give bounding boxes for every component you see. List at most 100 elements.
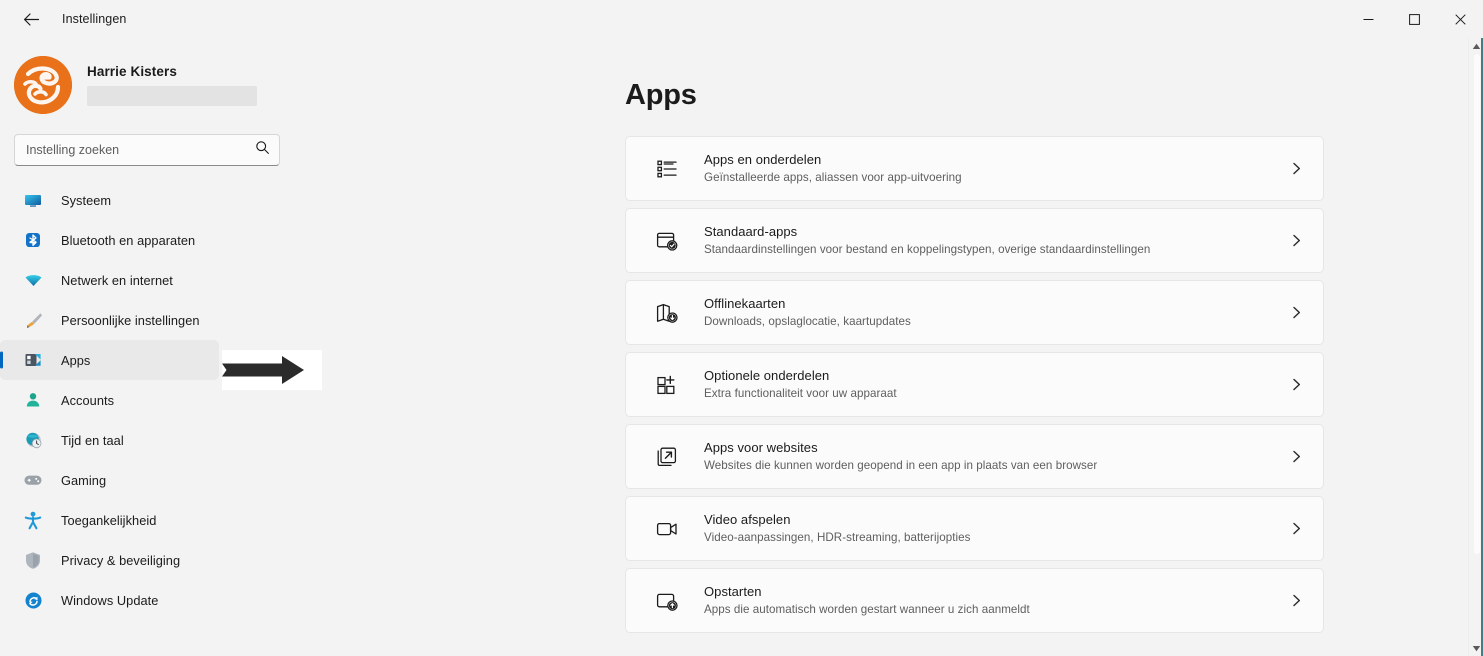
sidebar-item-systeem[interactable]: Systeem — [0, 180, 219, 220]
apps-icon — [22, 349, 44, 371]
card-apps-en-onderdelen[interactable]: Apps en onderdelen Geïnstalleerde apps, … — [625, 136, 1324, 201]
search-icon — [255, 140, 270, 160]
card-title: Apps voor websites — [704, 440, 818, 456]
settings-window: Instellingen Harrie Kisters Instelling z… — [0, 0, 1483, 656]
card-subtitle: Apps die automatisch worden gestart wann… — [704, 602, 1030, 616]
chevron-right-icon[interactable] — [1284, 450, 1308, 463]
search-box[interactable] — [14, 134, 280, 166]
gamepad-icon — [22, 469, 44, 491]
card-text: Optionele onderdelen Extra functionalite… — [704, 367, 1284, 401]
person-icon — [22, 389, 44, 411]
scrollbar-thumb[interactable] — [1473, 54, 1480, 554]
sidebar-item-persoonlijke-instellingen[interactable]: Persoonlijke instellingen — [0, 300, 219, 340]
sidebar-item-label: Persoonlijke instellingen — [61, 312, 200, 328]
card-title: Opstarten — [704, 584, 762, 600]
sidebar-item-bluetooth[interactable]: Bluetooth en apparaten — [0, 220, 219, 260]
minimize-button[interactable] — [1345, 0, 1391, 38]
clock-globe-icon — [22, 429, 44, 451]
shield-icon — [22, 549, 44, 571]
profile-name: Harrie Kisters — [87, 64, 177, 79]
card-text: Apps voor websites Websites die kunnen w… — [704, 439, 1284, 473]
app-list-icon — [652, 154, 682, 184]
sidebar-item-label: Tijd en taal — [61, 432, 124, 448]
scroll-down-arrow-icon[interactable] — [1472, 640, 1481, 656]
sidebar-nav: Systeem Bluetooth en apparaten Netwerk e… — [0, 180, 305, 620]
card-text: Video afspelen Video-aanpassingen, HDR-s… — [704, 511, 1284, 545]
window-title: Instellingen — [62, 12, 127, 26]
card-text: Apps en onderdelen Geïnstalleerde apps, … — [704, 151, 1284, 185]
profile-section[interactable]: Harrie Kisters — [0, 46, 305, 118]
sidebar-item-label: Gaming — [61, 472, 107, 488]
accessibility-icon — [22, 509, 44, 531]
card-subtitle: Video-aanpassingen, HDR-streaming, batte… — [704, 530, 971, 544]
sidebar-item-label: Netwerk en internet — [61, 272, 173, 288]
chevron-right-icon[interactable] — [1284, 306, 1308, 319]
sidebar-item-label: Systeem — [61, 192, 112, 208]
optional-features-icon — [652, 370, 682, 400]
search-input[interactable] — [15, 143, 279, 157]
profile-meta: Harrie Kisters — [87, 64, 257, 106]
card-apps-voor-websites[interactable]: Apps voor websites Websites die kunnen w… — [625, 424, 1324, 489]
card-text: Standaard-apps Standaardinstellingen voo… — [704, 223, 1284, 257]
sidebar-item-label: Windows Update — [61, 592, 159, 608]
card-standaard-apps[interactable]: Standaard-apps Standaardinstellingen voo… — [625, 208, 1324, 273]
chevron-right-icon[interactable] — [1284, 594, 1308, 607]
card-offlinekaarten[interactable]: Offlinekaarten Downloads, opslaglocatie,… — [625, 280, 1324, 345]
sidebar-item-label: Accounts — [61, 392, 115, 408]
close-icon — [1454, 13, 1466, 25]
sidebar-item-apps[interactable]: Apps — [0, 340, 219, 380]
page-title: Apps — [625, 79, 697, 111]
minimize-icon — [1363, 18, 1373, 20]
maximize-icon — [1408, 13, 1420, 25]
wifi-icon — [22, 269, 44, 291]
card-text: Opstarten Apps die automatisch worden ge… — [704, 583, 1284, 617]
card-subtitle: Downloads, opslaglocatie, kaartupdates — [704, 314, 911, 328]
offline-maps-icon — [652, 298, 682, 328]
card-text: Offlinekaarten Downloads, opslaglocatie,… — [704, 295, 1284, 329]
card-subtitle: Standaardinstellingen voor bestand en ko… — [704, 242, 1151, 256]
apps-for-websites-icon — [652, 442, 682, 472]
sidebar-item-netwerk[interactable]: Netwerk en internet — [0, 260, 219, 300]
card-title: Video afspelen — [704, 512, 791, 528]
vertical-scrollbar[interactable] — [1468, 38, 1483, 656]
sidebar-item-tijd-en-taal[interactable]: Tijd en taal — [0, 420, 219, 460]
card-opstarten[interactable]: Opstarten Apps die automatisch worden ge… — [625, 568, 1324, 633]
avatar — [14, 56, 72, 114]
card-title: Standaard-apps — [704, 224, 798, 240]
paintbrush-icon — [22, 309, 44, 331]
title-bar: Instellingen — [0, 0, 1483, 38]
card-subtitle: Extra functionaliteit voor uw apparaat — [704, 386, 897, 400]
card-title: Optionele onderdelen — [704, 368, 830, 384]
card-subtitle: Geïnstalleerde apps, aliassen voor app-u… — [704, 170, 962, 184]
profile-email-redacted — [87, 86, 257, 106]
default-apps-icon — [652, 226, 682, 256]
sidebar-item-accounts[interactable]: Accounts — [0, 380, 219, 420]
chevron-right-icon[interactable] — [1284, 162, 1308, 175]
update-icon — [22, 589, 44, 611]
sidebar-item-privacy[interactable]: Privacy & beveiliging — [0, 540, 219, 580]
bluetooth-icon — [22, 229, 44, 251]
settings-card-list: Apps en onderdelen Geïnstalleerde apps, … — [305, 136, 1483, 633]
close-button[interactable] — [1437, 0, 1483, 38]
card-video-afspelen[interactable]: Video afspelen Video-aanpassingen, HDR-s… — [625, 496, 1324, 561]
search-section — [0, 118, 305, 166]
sidebar-item-gaming[interactable]: Gaming — [0, 460, 219, 500]
maximize-button[interactable] — [1391, 0, 1437, 38]
back-arrow-icon — [23, 12, 40, 27]
chevron-right-icon[interactable] — [1284, 522, 1308, 535]
window-controls — [1345, 0, 1483, 38]
card-title: Apps en onderdelen — [704, 152, 822, 168]
sidebar-item-label: Toegankelijkheid — [61, 512, 157, 528]
card-optionele-onderdelen[interactable]: Optionele onderdelen Extra functionalite… — [625, 352, 1324, 417]
main-pane: Apps Apps en onderdelen Geïnstalleerde a… — [305, 38, 1483, 656]
chevron-right-icon[interactable] — [1284, 234, 1308, 247]
monitor-icon — [22, 189, 44, 211]
scroll-up-arrow-icon[interactable] — [1472, 38, 1481, 54]
back-button[interactable] — [14, 4, 48, 34]
startup-icon — [652, 586, 682, 616]
sidebar-item-windows-update[interactable]: Windows Update — [0, 580, 219, 620]
sidebar-item-toegankelijkheid[interactable]: Toegankelijkheid — [0, 500, 219, 540]
sidebar-item-label: Privacy & beveiliging — [61, 552, 181, 568]
chevron-right-icon[interactable] — [1284, 378, 1308, 391]
sidebar-item-label: Bluetooth en apparaten — [61, 232, 196, 248]
